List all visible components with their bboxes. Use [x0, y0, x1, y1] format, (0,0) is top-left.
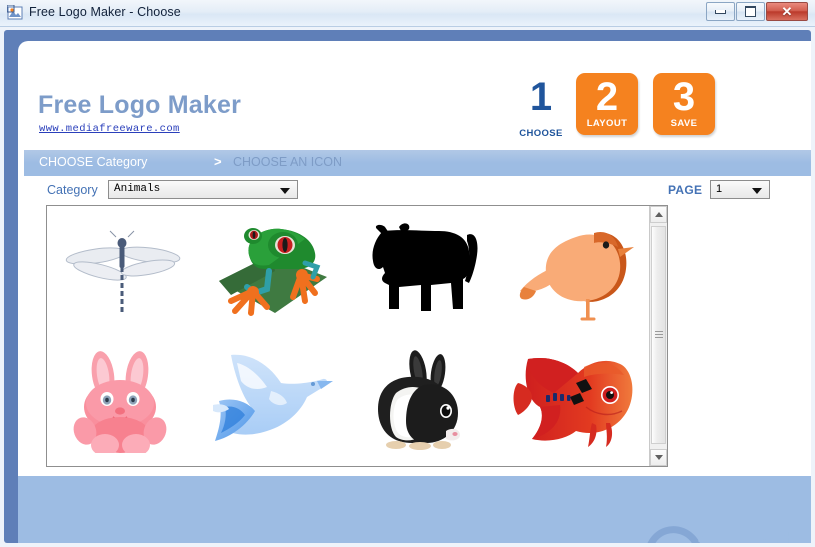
chevron-up-icon [654, 212, 663, 217]
red-fish-icon [513, 357, 633, 447]
title-bar: Free Logo Maker - Choose ✕ [0, 0, 815, 27]
dutch-rabbit-icon [378, 350, 461, 450]
blue-dove-icon [212, 354, 333, 441]
scrollbar-grip-icon [655, 331, 663, 339]
icon-grid [47, 206, 649, 466]
step-layout[interactable]: 2 LAYOUT [576, 73, 638, 135]
content-card: Free Logo Maker www.mediafreeware.com 1 … [18, 41, 811, 476]
icon-cell-cow[interactable] [348, 206, 499, 336]
icon-cell-pink-bunny[interactable] [47, 336, 198, 466]
step-layout-label: LAYOUT [586, 118, 628, 129]
app-frame: Free Logo Maker www.mediafreeware.com 1 … [4, 30, 811, 543]
category-label: Category [47, 183, 98, 197]
page-select-value: 1 [716, 183, 723, 195]
maximize-icon [737, 3, 764, 20]
pink-bunny-icon [73, 351, 167, 453]
watermark-logo-icon [637, 518, 711, 543]
close-button[interactable]: ✕ [766, 2, 808, 21]
app-icon [7, 5, 23, 20]
icon-cell-dragonfly[interactable] [47, 206, 198, 336]
page-select[interactable]: 1 [710, 180, 770, 199]
breadcrumb-choose-category[interactable]: CHOOSE Category [39, 155, 147, 169]
icon-cell-blue-dove[interactable] [198, 336, 349, 466]
breadcrumb-choose-an-icon[interactable]: CHOOSE AN ICON [233, 155, 342, 169]
chevron-down-icon [654, 455, 663, 460]
step-layout-number: 2 [595, 75, 619, 119]
step-choose-number: 1 [529, 75, 553, 119]
chevron-right-icon: > [214, 154, 222, 169]
minimize-icon [707, 3, 734, 20]
chevron-down-icon [752, 188, 762, 194]
bird-icon [519, 231, 634, 321]
icon-cell-red-fish[interactable] [499, 336, 650, 466]
page-label: PAGE [668, 183, 703, 197]
scroll-up-button[interactable] [650, 206, 667, 223]
window-title: Free Logo Maker - Choose [29, 5, 181, 19]
category-select[interactable]: Animals [108, 180, 298, 199]
step-choose[interactable]: 1 CHOOSE [510, 73, 572, 139]
watermark: 当下软件园 www.downxia.com [637, 518, 811, 543]
website-link[interactable]: www.mediafreeware.com [39, 123, 180, 135]
step-choose-label: CHOOSE [519, 128, 563, 139]
maximize-button[interactable] [736, 2, 765, 21]
watermark-text: 当下软件园 [695, 524, 811, 543]
step-indicator: 1 CHOOSE 2 LAYOUT 3 SAVE [498, 73, 728, 151]
vertical-scrollbar[interactable] [649, 206, 667, 466]
close-icon: ✕ [781, 3, 793, 19]
minimize-button[interactable] [706, 2, 735, 21]
app-body: Free Logo Maker www.mediafreeware.com 1 … [18, 41, 811, 543]
tree-frog-icon [218, 228, 327, 316]
icon-grid-panel [46, 205, 668, 467]
step-save-label: SAVE [670, 118, 698, 129]
scroll-down-button[interactable] [650, 449, 667, 466]
breadcrumb: CHOOSE Category > CHOOSE AN ICON [24, 150, 811, 176]
page-title: Free Logo Maker [38, 91, 242, 119]
step-save[interactable]: 3 SAVE [653, 73, 715, 135]
icon-cell-bird[interactable] [499, 206, 650, 336]
chevron-down-icon [280, 188, 290, 194]
dragonfly-icon [66, 230, 181, 313]
scrollbar-thumb[interactable] [651, 226, 666, 444]
application-window: Free Logo Maker - Choose ✕ Free Logo Mak… [0, 0, 815, 547]
cow-icon [372, 223, 478, 311]
icon-cell-tree-frog[interactable] [198, 206, 349, 336]
category-select-value: Animals [114, 183, 161, 195]
icon-cell-dutch-rabbit[interactable] [348, 336, 499, 466]
step-save-number: 3 [672, 75, 696, 119]
